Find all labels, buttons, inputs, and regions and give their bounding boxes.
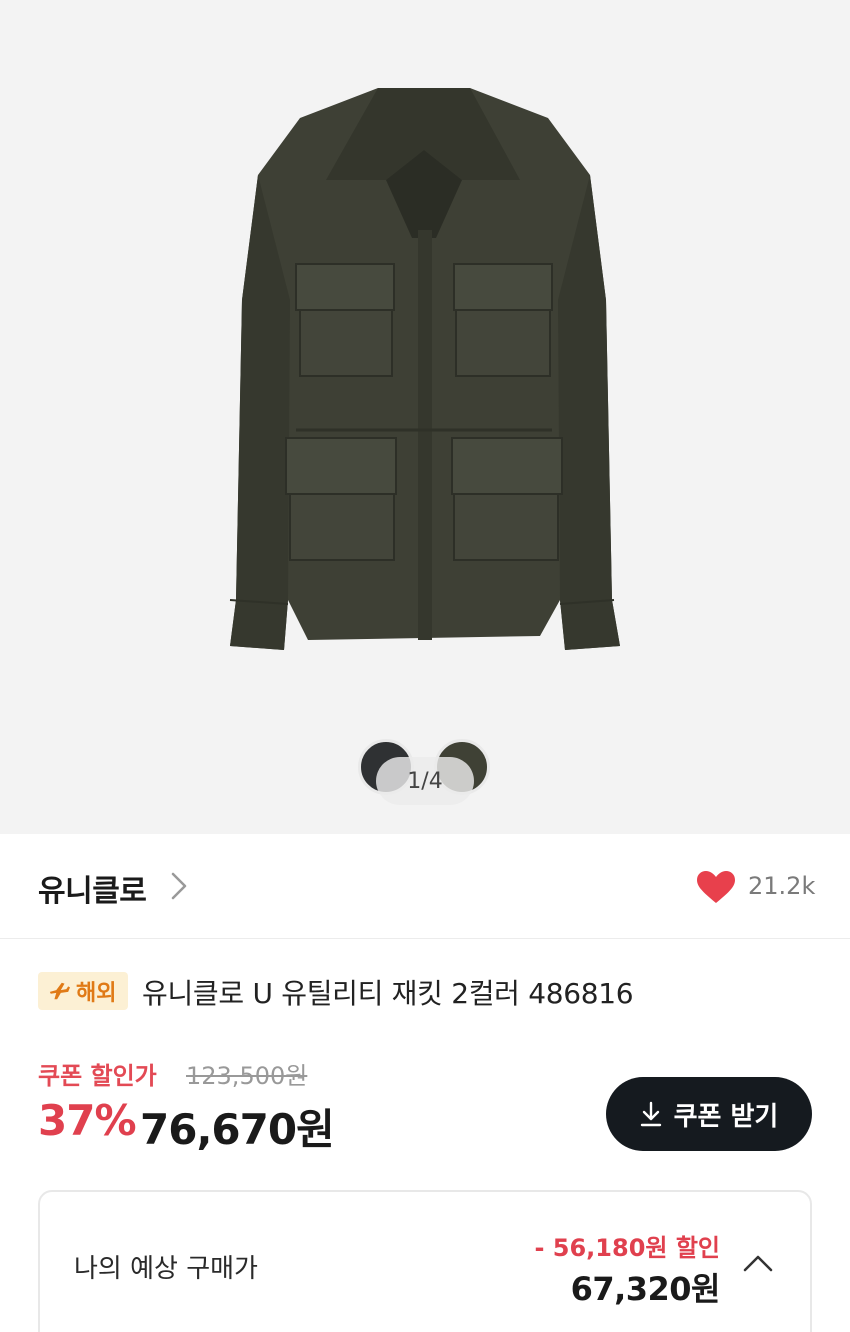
brand-name-link[interactable]: 유니클로 — [38, 866, 147, 910]
coupon-price-label: 쿠폰 할인가 — [38, 1062, 157, 1090]
estimated-price-card[interactable]: 나의 예상 구매가 - 56,180원 할인 67,320원 — [38, 1190, 812, 1332]
overseas-badge: 해외 — [38, 972, 129, 1010]
product-jacket-image — [229, 88, 620, 650]
heart-icon[interactable] — [696, 870, 736, 904]
discount-rate: 37% — [38, 1096, 137, 1145]
get-coupon-label: 쿠폰 받기 — [673, 1101, 779, 1132]
product-title: 유니클로 U 유틸리티 재킷 2컬러 486816 — [142, 977, 634, 1010]
get-coupon-button[interactable]: 쿠폰 받기 — [606, 1077, 812, 1151]
sale-price: 76,670원 — [140, 1105, 335, 1154]
like-count: 21.2k — [748, 872, 816, 900]
estimate-total: 67,320원 — [570, 1270, 721, 1308]
chevron-up-icon[interactable] — [742, 1252, 774, 1274]
brand-row: 유니클로 21.2k — [0, 834, 850, 939]
airplane-icon — [49, 982, 70, 1000]
original-price: 123,500원 — [186, 1062, 308, 1090]
product-image-gallery[interactable]: 1/4 — [0, 0, 850, 834]
badge-label: 해외 — [76, 981, 117, 1006]
image-pager: 1/4 — [376, 757, 474, 805]
estimate-label: 나의 예상 구매가 — [74, 1254, 258, 1284]
chevron-right-icon[interactable] — [168, 871, 190, 901]
estimate-discount: - 56,180원 할인 — [534, 1234, 720, 1262]
download-icon — [640, 1101, 661, 1127]
